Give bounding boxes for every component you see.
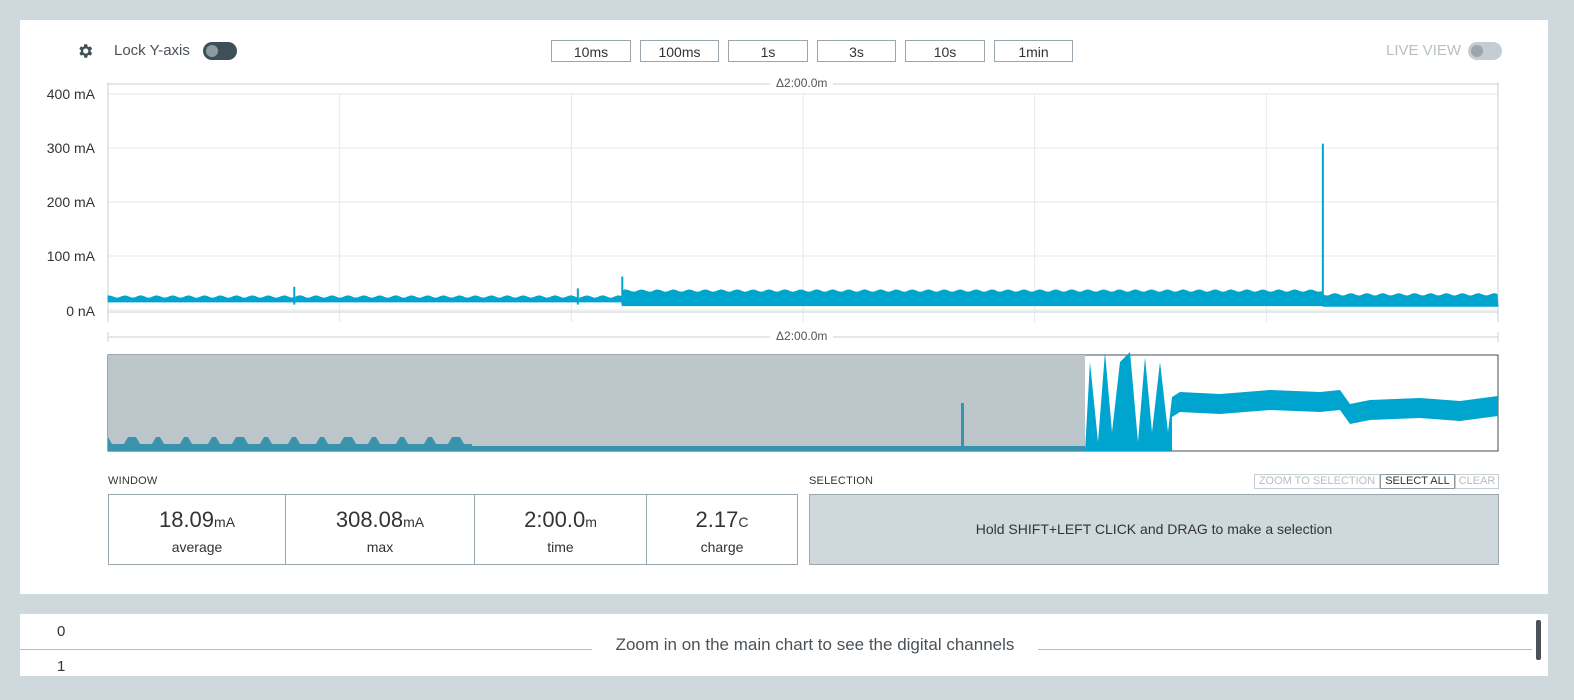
charge-unit: C xyxy=(738,514,749,530)
max-value: 308.08 xyxy=(335,507,404,532)
current-trace-band xyxy=(107,295,623,303)
charge-caption: charge xyxy=(700,539,744,555)
digital-channel-1-label: 1 xyxy=(57,658,66,675)
average-value: 18.09 xyxy=(158,507,215,532)
digital-channels-message: Zoom in on the main chart to see the dig… xyxy=(615,635,1015,654)
selection-hint-box[interactable]: Hold SHIFT+LEFT CLICK and DRAG to make a… xyxy=(809,494,1499,565)
average-unit: mA xyxy=(214,514,236,530)
charge-stat: 2.17C charge xyxy=(646,494,798,565)
selection-hint-text: Hold SHIFT+LEFT CLICK and DRAG to make a… xyxy=(975,521,1333,537)
max-caption: max xyxy=(366,539,394,555)
charge-value: 2.17 xyxy=(695,507,739,532)
digital-channel-0-label: 0 xyxy=(57,623,66,640)
minimap-series xyxy=(107,352,1499,452)
time-value: 2:00.0 xyxy=(524,507,586,532)
minimap-duration-label: Δ2:00.0m xyxy=(770,329,834,343)
max-stat: 308.08mA max xyxy=(285,494,475,565)
zoom-to-selection-button[interactable]: ZOOM TO SELECTION xyxy=(1254,474,1380,489)
average-caption: average xyxy=(171,539,223,555)
divider-line xyxy=(20,649,592,650)
minimap-spike xyxy=(961,403,964,451)
time-unit: m xyxy=(585,514,597,530)
selection-section-label: SELECTION xyxy=(809,475,874,487)
average-stat: 18.09mA average xyxy=(108,494,286,565)
minimap-window-overlay xyxy=(108,355,1085,451)
window-section-label: WINDOW xyxy=(108,475,158,487)
scrollbar-thumb[interactable] xyxy=(1536,620,1541,660)
current-trace-band xyxy=(621,289,1324,307)
window-duration-label: Δ2:00.0m xyxy=(770,76,834,90)
current-trace-band xyxy=(1322,293,1499,307)
clear-button[interactable]: CLEAR xyxy=(1455,474,1499,489)
digital-channels-panel: 0 1 Zoom in on the main chart to see the… xyxy=(20,614,1548,676)
divider-line xyxy=(1038,649,1532,650)
select-all-button[interactable]: SELECT ALL xyxy=(1380,474,1455,489)
time-stat: 2:00.0m time xyxy=(474,494,647,565)
max-unit: mA xyxy=(403,514,425,530)
minimap-trace xyxy=(472,446,1085,451)
power-profiler-panel: Lock Y-axis 10ms 100ms 1s 3s 10s 1min LI… xyxy=(20,20,1548,594)
time-caption: time xyxy=(547,539,574,555)
